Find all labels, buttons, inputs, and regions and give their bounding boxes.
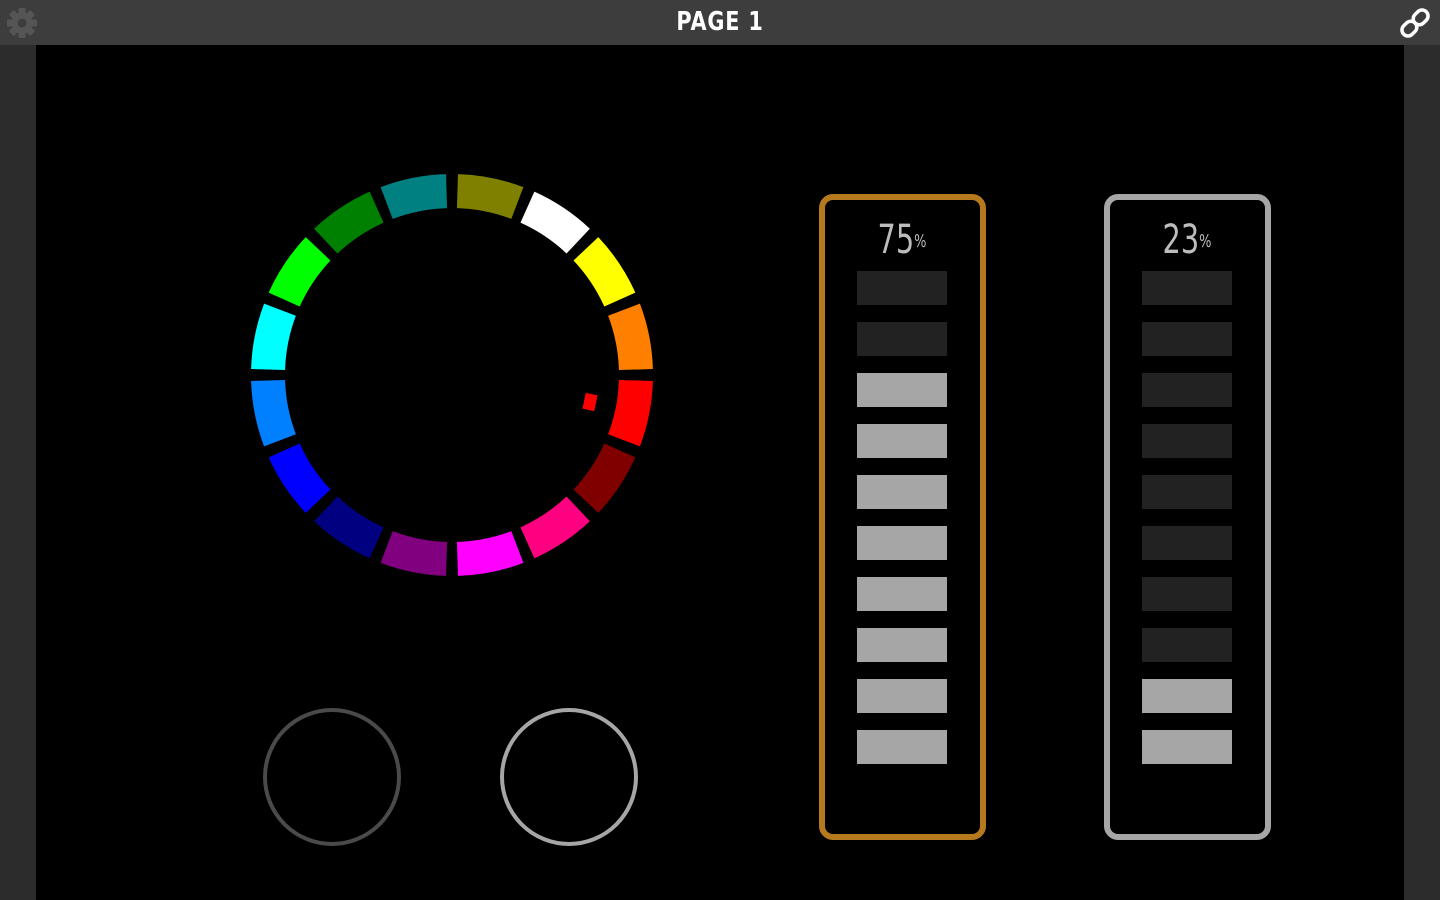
color-swatch[interactable] <box>456 531 524 576</box>
meter-segment <box>1142 628 1232 662</box>
meter-segment <box>857 271 947 305</box>
meter-1-readout: 75% <box>825 218 980 262</box>
meter-2-segments <box>1142 271 1232 781</box>
meter-segment <box>1142 679 1232 713</box>
knob-2[interactable] <box>500 708 638 846</box>
meter-2-value: 23 <box>1163 217 1200 263</box>
page-title: PAGE 1 <box>676 7 764 37</box>
color-wheel[interactable] <box>236 159 668 591</box>
level-meter-2[interactable]: 23% <box>1104 194 1271 840</box>
color-swatch[interactable] <box>573 237 636 307</box>
color-swatch[interactable] <box>520 191 590 254</box>
gear-icon[interactable] <box>5 6 39 40</box>
meter-segment <box>857 577 947 611</box>
header-bar: PAGE 1 <box>0 0 1440 45</box>
meter-segment <box>1142 577 1232 611</box>
color-swatch[interactable] <box>314 191 384 254</box>
meter-2-readout: 23% <box>1110 218 1265 262</box>
color-swatch[interactable] <box>251 303 296 371</box>
meter-segment <box>857 322 947 356</box>
meter-segment <box>857 526 947 560</box>
meter-1-segments <box>857 271 947 781</box>
color-swatch[interactable] <box>251 379 296 447</box>
color-swatch[interactable] <box>268 443 331 513</box>
meter-segment <box>857 679 947 713</box>
color-swatch[interactable] <box>456 174 524 219</box>
meter-segment <box>1142 373 1232 407</box>
meter-segment <box>1142 730 1232 764</box>
meter-segment <box>857 730 947 764</box>
color-swatch[interactable] <box>520 496 590 559</box>
meter-2-unit: % <box>1199 231 1212 252</box>
meter-segment <box>1142 475 1232 509</box>
color-swatch[interactable] <box>380 174 448 219</box>
meter-segment <box>1142 271 1232 305</box>
knob-1[interactable] <box>263 708 401 846</box>
meter-segment <box>1142 424 1232 458</box>
meter-segment <box>857 628 947 662</box>
color-cursor[interactable] <box>582 392 598 412</box>
meter-segment <box>857 424 947 458</box>
control-canvas: 75% 23% <box>36 45 1404 900</box>
meter-segment <box>857 373 947 407</box>
color-swatch[interactable] <box>608 379 653 447</box>
color-swatch[interactable] <box>314 496 384 559</box>
meter-1-value: 75 <box>878 217 915 263</box>
level-meter-1[interactable]: 75% <box>819 194 986 840</box>
meter-segment <box>857 475 947 509</box>
color-swatch[interactable] <box>380 531 448 576</box>
color-swatch[interactable] <box>573 443 636 513</box>
meter-1-unit: % <box>914 231 927 252</box>
app-window: PAGE 1 75% 23% <box>0 0 1440 900</box>
link-icon[interactable] <box>1398 6 1432 40</box>
color-swatch[interactable] <box>268 237 331 307</box>
meter-segment <box>1142 322 1232 356</box>
color-wheel-graphic[interactable] <box>236 159 668 591</box>
meter-segment <box>1142 526 1232 560</box>
color-swatch[interactable] <box>608 303 653 371</box>
